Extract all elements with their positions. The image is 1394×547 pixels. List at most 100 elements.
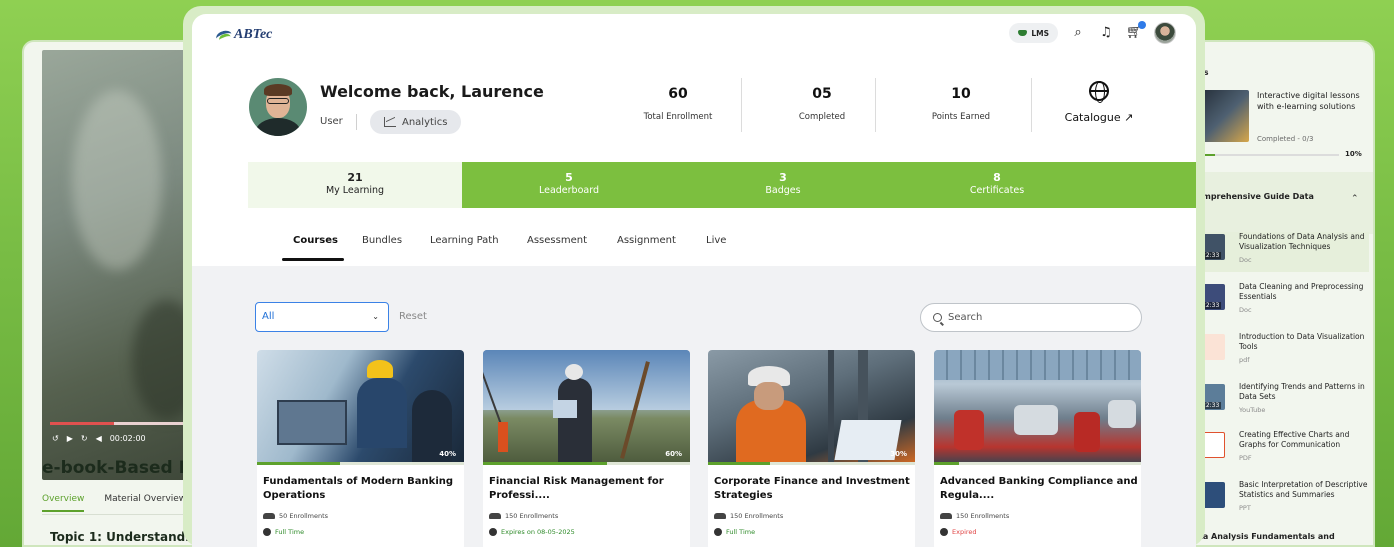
- course-image: [257, 350, 464, 464]
- catalogue-link[interactable]: Catalogue ↗: [1056, 81, 1142, 124]
- subtab-assignment[interactable]: Assignment: [617, 235, 676, 246]
- subtab-bundles[interactable]: Bundles: [362, 235, 402, 246]
- profile-summary: Welcome back, Laurence User Analytics 60…: [192, 56, 1196, 162]
- tab-badges[interactable]: 3 Badges: [676, 162, 890, 208]
- next-section-title[interactable]: ta Analysis Fundamentals and: [1199, 532, 1335, 541]
- rewind-icon[interactable]: ↺: [52, 434, 59, 443]
- stat-points-earned: 10 Points Earned: [920, 86, 1002, 122]
- clock-icon: [263, 528, 271, 536]
- lms-switch-button[interactable]: LMS: [1009, 23, 1058, 43]
- course-status: Expires on 08-05-2025: [489, 528, 575, 536]
- logo[interactable]: ABTec: [216, 24, 272, 46]
- divider: [741, 78, 742, 132]
- volume-icon[interactable]: ◀: [96, 434, 102, 443]
- subtab-learning-path[interactable]: Learning Path: [430, 235, 499, 246]
- tab-count: 21: [347, 171, 363, 184]
- lecture-tabs: Overview Material Overview: [42, 494, 186, 512]
- tab-label: My Learning: [325, 185, 385, 196]
- search-icon[interactable]: ⌕: [1070, 25, 1086, 41]
- enrollments: 150 Enrollments: [714, 512, 783, 520]
- divider: [356, 114, 357, 130]
- curriculum-item-title: Introduction to Data Visualization Tools: [1239, 332, 1365, 351]
- tab-overview[interactable]: Overview: [42, 494, 85, 512]
- forward-icon[interactable]: ↻: [81, 434, 88, 443]
- top-bar: ABTec LMS ⌕ ♫ 🛒︎: [192, 14, 1196, 56]
- people-icon: [714, 513, 726, 519]
- tab-count: 3: [779, 171, 787, 184]
- enrollments: 50 Enrollments: [263, 512, 328, 520]
- tab-label: Badges: [765, 185, 801, 196]
- lesson-progress-bar: [1201, 154, 1339, 156]
- search-input[interactable]: Search: [920, 303, 1142, 332]
- course-status: Expired: [940, 528, 977, 536]
- tab-count: 5: [565, 171, 573, 184]
- curriculum-item-title: Creating Effective Charts and Graphs for…: [1239, 430, 1350, 449]
- notification-bell-icon[interactable]: ♫: [1098, 25, 1114, 41]
- section-header[interactable]: omprehensive Guide Data ⌃: [1187, 172, 1373, 234]
- tab-label: Leaderboard: [538, 185, 599, 196]
- globe-icon: [1089, 81, 1109, 103]
- curriculum-item-type: PDF: [1239, 454, 1252, 462]
- enrollments: 150 Enrollments: [489, 512, 558, 520]
- category-filter-select[interactable]: All ⌄: [255, 302, 389, 332]
- stat-value: 05: [812, 86, 832, 102]
- curriculum-item[interactable]: Basic Interpretation of Descriptive Stat…: [1199, 480, 1369, 520]
- course-title: Advanced Banking Compliance and Regula..…: [940, 476, 1138, 501]
- lesson-card-title[interactable]: Interactive digital lessons with e-learn…: [1257, 90, 1372, 112]
- lesson-thumbnail: [1201, 90, 1249, 142]
- reset-button[interactable]: Reset: [399, 311, 427, 322]
- subtab-assessment[interactable]: Assessment: [527, 235, 587, 246]
- stat-label: Completed: [798, 112, 846, 122]
- section-title: omprehensive Guide Data: [1197, 192, 1314, 201]
- course-progress-bar: [708, 462, 915, 465]
- subtab-courses[interactable]: Courses: [293, 235, 338, 246]
- course-progress-bar: [483, 462, 690, 465]
- lms-label: LMS: [1031, 28, 1049, 38]
- stat-label: Points Earned: [931, 112, 991, 122]
- cart-icon[interactable]: 🛒︎: [1126, 21, 1146, 41]
- curriculum-item[interactable]: Introduction to Data Visualization Tools…: [1199, 332, 1369, 372]
- course-image: [708, 350, 915, 464]
- course-image: [483, 350, 690, 464]
- course-title: Corporate Finance and Investment Strateg…: [714, 476, 910, 501]
- tab-leaderboard[interactable]: 5 Leaderboard: [462, 162, 676, 208]
- course-card[interactable]: 40% Fundamentals of Modern Banking Opera…: [257, 350, 464, 547]
- cart-badge: [1138, 21, 1146, 29]
- course-card[interactable]: Advanced Banking Compliance and Regula..…: [934, 350, 1141, 547]
- tab-certificates[interactable]: 8 Certificates: [890, 162, 1104, 208]
- analytics-chart-icon: [384, 117, 396, 127]
- curriculum-item[interactable]: 22:33 Identifying Trends and Patterns in…: [1199, 382, 1369, 422]
- course-image: [934, 350, 1141, 464]
- progress-percent: 30%: [890, 450, 907, 458]
- curriculum-item[interactable]: 22:33 Foundations of Data Analysis and V…: [1199, 232, 1369, 272]
- stat-value: 10: [951, 86, 971, 102]
- divider: [875, 78, 876, 132]
- people-icon: [940, 513, 952, 519]
- course-card[interactable]: 30% Corporate Finance and Investment Str…: [708, 350, 915, 547]
- top-bar-actions: LMS ⌕ ♫ 🛒︎: [1009, 21, 1176, 44]
- analytics-button[interactable]: Analytics: [370, 110, 462, 134]
- graduation-cap-icon: [1018, 30, 1028, 36]
- courses-content: All ⌄ Reset Search 40% Fundamentals of M…: [192, 266, 1196, 547]
- subtab-live[interactable]: Live: [706, 235, 726, 246]
- logo-text: ABTec: [234, 27, 273, 42]
- curriculum-item-type: YouTube: [1239, 406, 1266, 414]
- curriculum-item[interactable]: Creating Effective Charts and Graphs for…: [1199, 430, 1369, 470]
- welcome-heading: Welcome back, Laurence: [320, 82, 544, 101]
- curriculum-item-type: PPT: [1239, 504, 1251, 512]
- course-card[interactable]: 60% Financial Risk Management for Profes…: [483, 350, 690, 547]
- curriculum-item[interactable]: 22:33 Data Cleaning and Preprocessing Es…: [1199, 282, 1369, 322]
- chevron-up-icon[interactable]: ⌃: [1351, 194, 1359, 204]
- tab-count: 8: [993, 171, 1001, 184]
- tab-material-overview[interactable]: Material Overview: [104, 494, 186, 512]
- user-avatar[interactable]: [1154, 22, 1176, 44]
- lesson-progress-percent: 10%: [1345, 150, 1362, 158]
- course-title: Fundamentals of Modern Banking Operation…: [263, 476, 454, 501]
- play-icon[interactable]: ▶: [67, 434, 73, 443]
- course-progress-bar: [257, 462, 464, 465]
- search-placeholder: Search: [948, 312, 983, 323]
- main-window: ABTec LMS ⌕ ♫ 🛒︎ Welcome back, Laurence …: [192, 14, 1196, 547]
- user-role: User: [320, 116, 343, 127]
- logo-mark-icon: [216, 28, 234, 42]
- tab-my-learning[interactable]: 21 My Learning: [248, 162, 462, 208]
